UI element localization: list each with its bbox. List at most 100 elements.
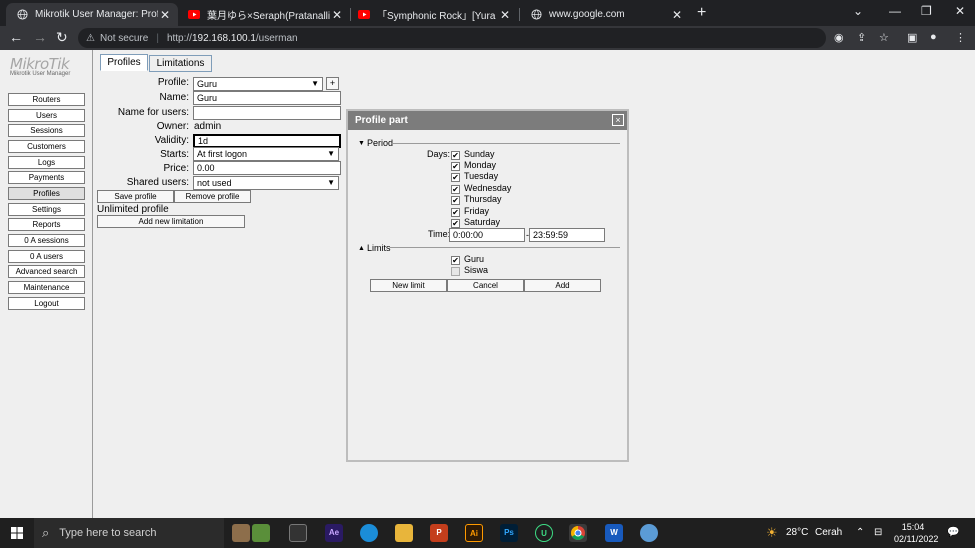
name-for-users-input[interactable] [193,106,341,120]
news-widget-icon[interactable] [232,524,250,542]
browser-tab-2[interactable]: 葉月ゆら×Seraph(Pratanallis) - YU ✕ [178,3,350,26]
shared-users-value: not used [197,178,232,188]
address-bar[interactable]: ⚠ Not secure | http:// 192.168.100.1 /us… [78,28,826,48]
limits-divider [390,247,620,248]
nav-users[interactable]: Users [8,109,85,122]
browser-tab-3[interactable]: 「Symphonic Rock」[Yura Hatsuki ✕ [348,3,518,26]
taskbar-search[interactable]: ⌕ Type here to search [34,518,224,548]
cancel-button[interactable]: Cancel [447,279,524,292]
nav-settings[interactable]: Settings [8,203,85,216]
remove-profile-button[interactable]: Remove profile [174,190,251,203]
menu-icon[interactable]: ⋮ [955,31,966,44]
saturday-checkbox[interactable]: ✔ [451,219,460,228]
browser-tab-4[interactable]: www.google.com ✕ [520,3,690,26]
add-profile-button[interactable]: + [326,77,339,90]
weather-text[interactable]: Cerah [815,518,842,548]
windows-start-icon[interactable] [11,527,23,539]
chrome-icon[interactable] [569,524,587,542]
time-from-input[interactable]: 0:00:00 [449,228,525,242]
sunday-checkbox[interactable]: ✔ [451,151,460,160]
nav-logs[interactable]: Logs [8,156,85,169]
task-view-icon[interactable] [289,524,307,542]
weather-temp[interactable]: 28°C [786,518,808,548]
illustrator-icon[interactable]: Ai [465,524,483,542]
bookmark-star-icon[interactable]: ☆ [879,31,889,44]
plant-icon[interactable] [252,524,270,542]
upwork-icon[interactable]: U [535,524,553,542]
edge-icon[interactable] [360,524,378,542]
tab-limitations[interactable]: Limitations [149,55,212,72]
nav-active-sessions[interactable]: 0 A sessions [8,234,85,247]
after-effects-icon[interactable]: Ae [325,524,343,542]
nav-reports[interactable]: Reports [8,218,85,231]
word-icon[interactable]: W [605,524,623,542]
photoshop-icon[interactable]: Ps [500,524,518,542]
close-icon[interactable]: ✕ [498,8,512,22]
taskbar-clock[interactable]: 15:04 02/11/2022 [894,521,938,545]
profile-part-dialog: Profile part × ▼ Period Days: ✔ Sunday ✔… [346,109,629,462]
friday-checkbox[interactable]: ✔ [451,208,460,217]
powerpoint-icon[interactable]: P [430,524,448,542]
browser-tab-title: www.google.com [549,9,625,20]
nav-maintenance[interactable]: Maintenance [8,281,85,294]
window-close-icon[interactable]: ✕ [955,4,965,18]
tab-profiles[interactable]: Profiles [100,54,148,71]
weather-icon[interactable]: ☀ [766,518,778,548]
profile-icon[interactable]: ● [930,31,937,43]
starts-select[interactable]: At first logon ▼ [193,147,339,161]
minimize-icon[interactable]: — [889,4,901,18]
time-to-input[interactable]: 23:59:59 [529,228,605,242]
validity-input[interactable]: 1d [193,134,341,148]
wednesday-checkbox[interactable]: ✔ [451,185,460,194]
close-icon[interactable]: ✕ [670,8,684,22]
unlimited-profile-text: Unlimited profile [97,204,169,215]
nav-profiles[interactable]: Profiles [8,187,85,200]
network-icon[interactable]: ⊟ [874,518,882,548]
back-icon[interactable]: ← [9,29,23,45]
add-button[interactable]: Add [524,279,601,292]
close-icon[interactable]: × [612,114,624,126]
tray-chevron-up-icon[interactable]: ⌃ [856,518,864,548]
forward-icon[interactable]: → [33,29,47,45]
thursday-checkbox[interactable]: ✔ [451,196,460,205]
google-lens-icon[interactable]: ◉ [834,31,844,44]
price-input[interactable]: 0.00 [193,161,341,175]
close-icon[interactable]: ✕ [330,8,344,22]
new-tab-icon[interactable]: + [697,4,706,22]
file-explorer-icon[interactable] [395,524,413,542]
days-label: Days: [427,149,451,159]
nav-active-users[interactable]: 0 A users [8,250,85,263]
profile-select[interactable]: Guru ▼ [193,77,323,91]
messenger-icon[interactable] [640,524,658,542]
guru-limit-checkbox[interactable]: ✔ [451,256,460,265]
new-limit-button[interactable]: New limit [370,279,447,292]
monday-checkbox[interactable]: ✔ [451,162,460,171]
name-input[interactable]: Guru [193,91,341,105]
period-section-toggle[interactable]: ▼ Period [358,138,393,148]
add-new-limitation-button[interactable]: Add new limitation [97,215,245,228]
siswa-limit-label: Siswa [464,265,489,275]
validity-label: Validity: [154,135,189,146]
friday-label: Friday [464,206,490,216]
browser-tab-1[interactable]: Mikrotik User Manager: Profiles ✕ [6,3,178,26]
starts-value: At first logon [197,149,248,159]
close-icon[interactable]: ✕ [158,8,172,22]
restore-icon[interactable]: ❐ [921,4,932,18]
notification-icon[interactable]: 💬 [947,518,959,548]
save-profile-button[interactable]: Save profile [97,190,174,203]
chevron-down-icon[interactable]: ⌄ [853,4,863,18]
nav-customers[interactable]: Customers [8,140,85,153]
nav-routers[interactable]: Routers [8,93,85,106]
nav-sessions[interactable]: Sessions [8,124,85,137]
nav-payments[interactable]: Payments [8,171,85,184]
share-icon[interactable]: ⇪ [857,31,866,44]
side-panel-icon[interactable]: ▣ [907,31,917,44]
reload-icon[interactable]: ↻ [56,29,68,46]
siswa-limit-checkbox[interactable] [451,267,460,276]
shared-users-select[interactable]: not used ▼ [193,176,339,190]
nav-advanced-search[interactable]: Advanced search [8,265,85,278]
tuesday-checkbox[interactable]: ✔ [451,173,460,182]
limits-section-toggle[interactable]: ▲ Limits [358,243,390,253]
period-divider [392,143,620,144]
nav-logout[interactable]: Logout [8,297,85,310]
